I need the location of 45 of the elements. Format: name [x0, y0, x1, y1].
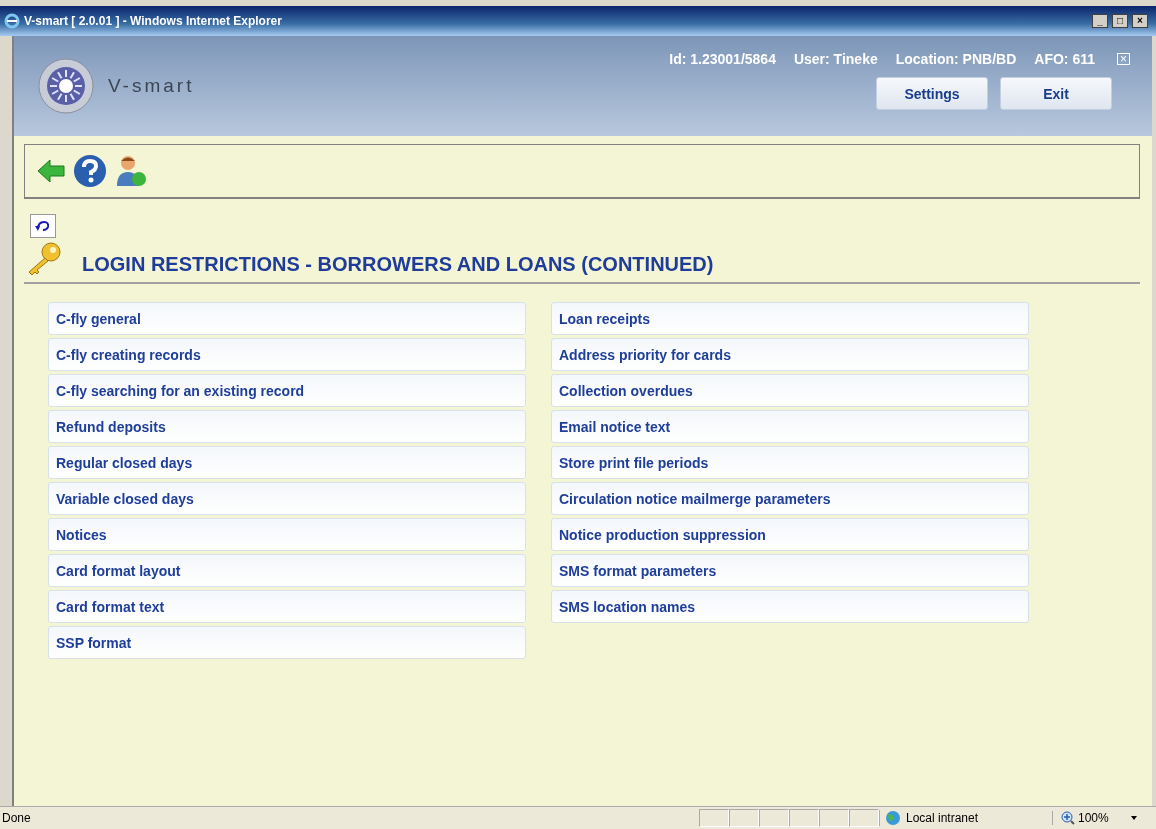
- key-icon: [26, 242, 62, 276]
- menu-option[interactable]: Notices: [48, 518, 526, 551]
- window-title: V-smart [ 2.0.01 ] - Windows Internet Explorer: [24, 14, 283, 28]
- close-button[interactable]: ×: [1132, 14, 1148, 28]
- dropdown-icon[interactable]: [1129, 815, 1138, 821]
- undo-icon: [35, 220, 51, 232]
- menu-option[interactable]: SMS location names: [551, 590, 1029, 623]
- zone-text: Local intranet: [906, 811, 979, 825]
- zoom-icon[interactable]: [1061, 811, 1075, 825]
- browser-icon: [4, 13, 20, 29]
- menu-option[interactable]: C-fly general: [48, 302, 526, 335]
- settings-button[interactable]: Settings: [876, 77, 988, 110]
- session-info: Location: PNB/BD: [895, 51, 1017, 67]
- globe-icon: [884, 810, 902, 826]
- menu-option[interactable]: Refund deposits: [48, 410, 526, 443]
- session-info: AFO: 611: [1034, 51, 1095, 67]
- menu-option[interactable]: Regular closed days: [48, 446, 526, 479]
- help-icon[interactable]: [73, 154, 107, 188]
- user-switch-icon[interactable]: [115, 154, 147, 188]
- menu-option[interactable]: Loan receipts: [551, 302, 1029, 335]
- maximize-button[interactable]: □: [1112, 14, 1128, 28]
- menu-option[interactable]: Email notice text: [551, 410, 1029, 443]
- minimize-button[interactable]: _: [1092, 14, 1108, 28]
- menu-option[interactable]: Store print file periods: [551, 446, 1029, 479]
- exit-button[interactable]: Exit: [1000, 77, 1112, 110]
- menu-option[interactable]: Notice production suppression: [551, 518, 1029, 551]
- menu-option[interactable]: Card format text: [48, 590, 526, 623]
- status-text: Done: [1, 811, 32, 825]
- logo-icon: [38, 58, 94, 114]
- page-title: LOGIN RESTRICTIONS - BORROWERS AND LOANS (CONTINUED): [82, 253, 714, 276]
- undo-button[interactable]: [30, 214, 56, 238]
- menu-option[interactable]: Circulation notice mailmerge parameters: [551, 482, 1029, 515]
- menu-option[interactable]: C-fly searching for an existing record: [48, 374, 526, 407]
- logo-text: V-smart: [108, 75, 195, 97]
- zoom-level: 100%: [1078, 811, 1109, 825]
- menu-option[interactable]: Address priority for cards: [551, 338, 1029, 371]
- menu-option[interactable]: SSP format: [48, 626, 526, 659]
- session-info: User: Tineke: [793, 51, 878, 67]
- menu-option[interactable]: C-fly creating records: [48, 338, 526, 371]
- menu-option[interactable]: SMS format parameters: [551, 554, 1029, 587]
- session-info: Id: 1.23001/5864: [669, 51, 776, 67]
- menu-option[interactable]: Variable closed days: [48, 482, 526, 515]
- menu-option[interactable]: Collection overdues: [551, 374, 1029, 407]
- menu-option[interactable]: Card format layout: [48, 554, 526, 587]
- back-arrow-icon[interactable]: [37, 158, 65, 184]
